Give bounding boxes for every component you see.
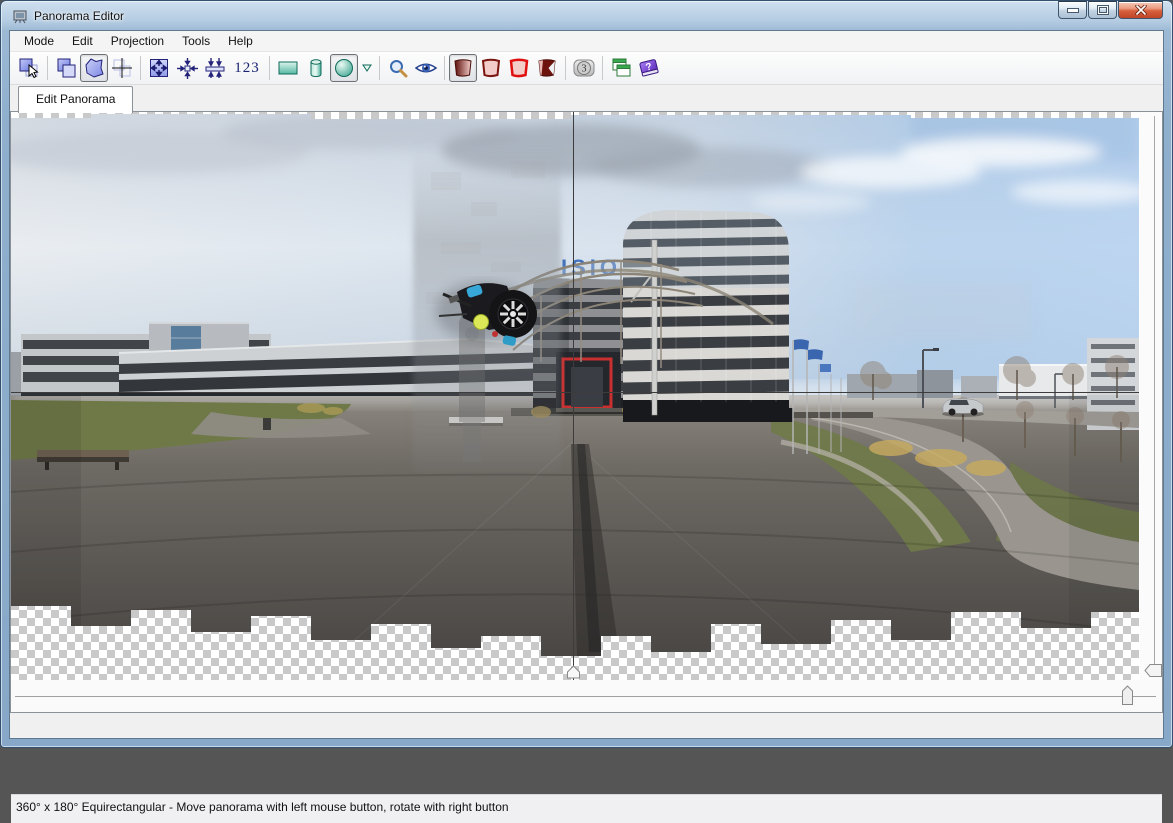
- windows-icon: [609, 56, 633, 80]
- menu-tools[interactable]: Tools: [173, 31, 219, 51]
- window-count-button[interactable]: 3: [570, 54, 598, 82]
- eye-icon: [414, 56, 438, 80]
- image-display-outline-button[interactable]: [477, 54, 505, 82]
- compress-vertical-icon: [203, 56, 227, 80]
- center-marker-handle[interactable]: [566, 665, 581, 679]
- projection-options-dropdown[interactable]: [358, 54, 375, 82]
- toolbar-separator: [444, 56, 445, 80]
- window-title: Panorama Editor: [34, 9, 124, 23]
- menu-projection[interactable]: Projection: [102, 31, 173, 51]
- editor-windows-button[interactable]: [607, 54, 635, 82]
- maximize-icon: [1098, 6, 1108, 14]
- close-button[interactable]: [1118, 1, 1163, 19]
- count-badge-icon: 3: [572, 56, 596, 80]
- crosshair-horizontal-line: [11, 392, 1139, 393]
- polygon-mode-button[interactable]: [80, 54, 108, 82]
- tab-bar: Edit Panorama: [10, 85, 1163, 112]
- image-display-normal-button[interactable]: [449, 54, 477, 82]
- status-text: 360° x 180° Equirectangular - Move panor…: [16, 800, 509, 814]
- toolbar-separator: [379, 56, 380, 80]
- crosshair-grid-icon: [110, 56, 134, 80]
- image-quad-highlight-icon: [506, 56, 532, 80]
- polygon-icon: [82, 56, 106, 80]
- image-quad-gradient-icon: [450, 56, 476, 80]
- tool-bar: 123: [10, 52, 1163, 85]
- menu-bar: Mode Edit Projection Tools Help: [10, 31, 1163, 52]
- pitch-slider-track[interactable]: [1154, 116, 1155, 674]
- svg-text:3: 3: [582, 64, 587, 75]
- numeric-transform-button[interactable]: 123: [229, 54, 265, 82]
- sphere-projection-icon: [332, 56, 356, 80]
- select-mode-button[interactable]: [15, 54, 43, 82]
- center-point-icon: [175, 56, 199, 80]
- control-points-button[interactable]: [108, 54, 136, 82]
- cylinder-projection-icon: [304, 56, 328, 80]
- toolbar-separator: [602, 56, 603, 80]
- preview-button[interactable]: [412, 54, 440, 82]
- menu-edit[interactable]: Edit: [63, 31, 102, 51]
- fit-view-button[interactable]: [145, 54, 173, 82]
- status-bar: 360° x 180° Equirectangular - Move panor…: [11, 794, 1162, 823]
- yaw-slider-track[interactable]: [15, 696, 1156, 697]
- fit-height-button[interactable]: [201, 54, 229, 82]
- toolbar-separator: [269, 56, 270, 80]
- image-display-selected-button[interactable]: [505, 54, 533, 82]
- client-area: Mode Edit Projection Tools Help: [9, 30, 1164, 739]
- toolbar-separator: [140, 56, 141, 80]
- projection-cylinder-button[interactable]: [302, 54, 330, 82]
- zoom-tool-button[interactable]: [384, 54, 412, 82]
- app-window: Panorama Editor Mode Edit Projection Too…: [0, 0, 1173, 748]
- minimize-icon: [1068, 9, 1078, 12]
- minimize-button[interactable]: [1058, 1, 1087, 19]
- center-view-button[interactable]: [173, 54, 201, 82]
- chevron-down-icon: [362, 64, 372, 72]
- expand-arrows-icon: [147, 56, 171, 80]
- help-button[interactable]: ?: [635, 54, 663, 82]
- yaw-slider-thumb[interactable]: [1121, 685, 1134, 706]
- arrange-images-button[interactable]: [52, 54, 80, 82]
- menu-help[interactable]: Help: [219, 31, 262, 51]
- image-quad-dark-icon: [534, 56, 560, 80]
- projection-sphere-button[interactable]: [330, 54, 358, 82]
- crosshair-vertical-line: [573, 112, 574, 680]
- numbers-label: 123: [234, 60, 260, 77]
- help-book-icon: ?: [637, 56, 661, 80]
- images-overlap-icon: [54, 56, 78, 80]
- projection-rectilinear-button[interactable]: [274, 54, 302, 82]
- magnifier-icon: [386, 56, 410, 80]
- image-quad-outline-icon: [478, 56, 504, 80]
- editor-page: ISIO: [10, 111, 1163, 713]
- pitch-slider-gutter: [1140, 112, 1162, 680]
- pitch-slider-handle[interactable]: [1144, 663, 1163, 678]
- menu-mode[interactable]: Mode: [15, 31, 63, 51]
- maximize-button[interactable]: [1088, 1, 1117, 19]
- car: [942, 399, 984, 417]
- app-icon: [12, 8, 28, 24]
- panorama-canvas[interactable]: ISIO: [11, 112, 1140, 680]
- yaw-slider-row: [11, 680, 1162, 712]
- toolbar-separator: [565, 56, 566, 80]
- image-display-masked-button[interactable]: [533, 54, 561, 82]
- tab-edit-panorama[interactable]: Edit Panorama: [18, 86, 133, 113]
- selection-arrow-icon: [17, 56, 41, 80]
- flat-projection-icon: [276, 56, 300, 80]
- close-icon: [1135, 5, 1147, 15]
- window-controls: [1058, 1, 1163, 19]
- panorama-image[interactable]: ISIO: [11, 112, 1139, 680]
- toolbar-separator: [47, 56, 48, 80]
- title-bar[interactable]: Panorama Editor: [1, 1, 1172, 30]
